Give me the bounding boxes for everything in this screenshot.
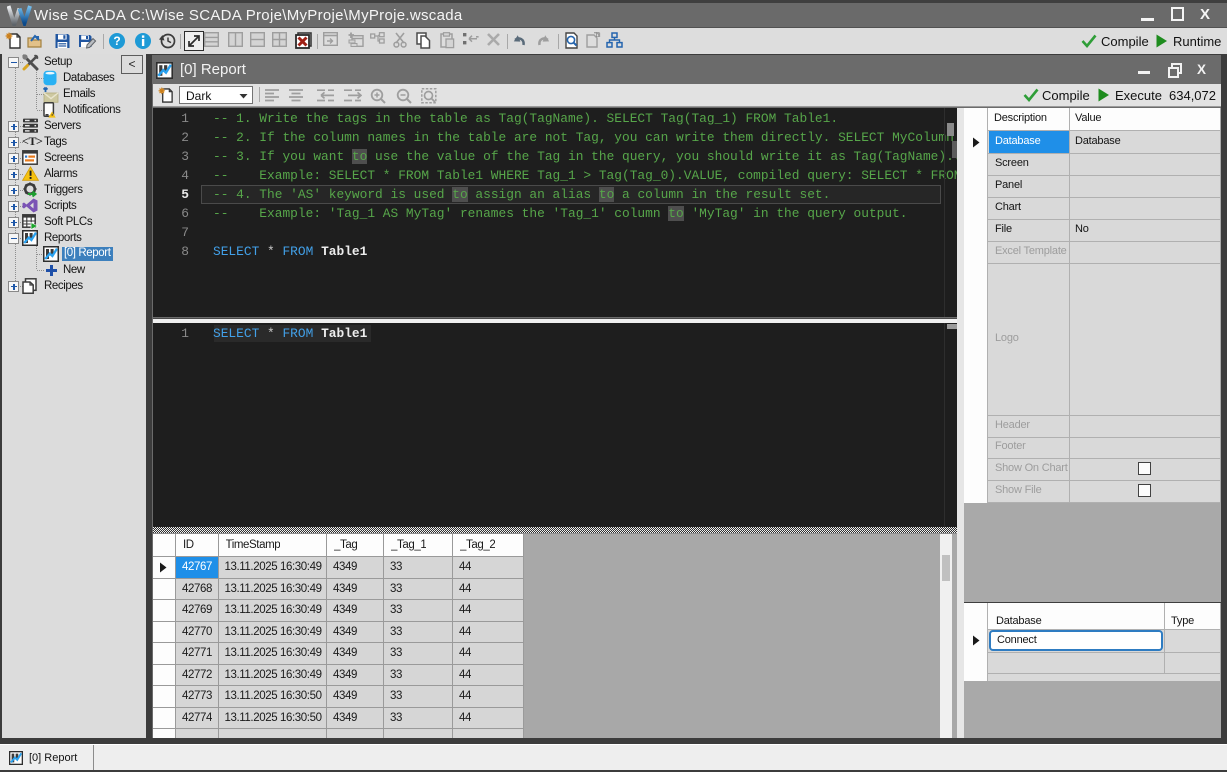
svg-text:?: ? [113, 34, 120, 48]
